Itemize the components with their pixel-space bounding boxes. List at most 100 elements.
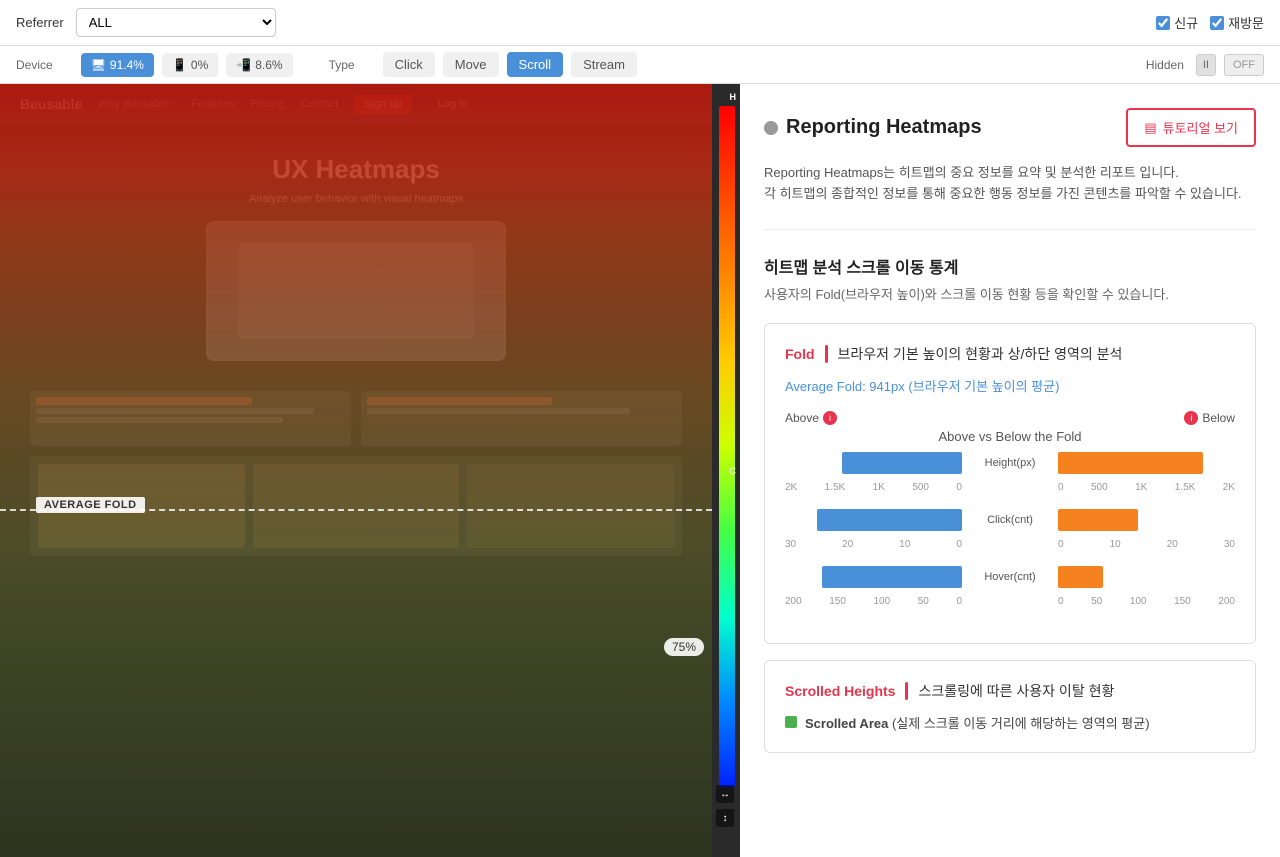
below-info-icon[interactable]: i: [1184, 411, 1198, 425]
click-metric: Click(cnt): [970, 514, 1050, 526]
device-mobile-btn[interactable]: 📲 8.6%: [226, 53, 292, 77]
checkbox-return[interactable]: 재방문: [1210, 13, 1264, 32]
scrolled-card: Scrolled Heights 스크롤링에 따른 사용자 이탈 현황 Scro…: [764, 660, 1256, 753]
panel-title-icon: [764, 121, 778, 135]
axis-spacer-2: [970, 539, 1050, 550]
green-dot-icon: [785, 716, 797, 728]
chart-title: Above vs Below the Fold: [785, 429, 1235, 444]
scale-icons: ↔ ↕: [716, 785, 734, 827]
device-label: Device: [16, 58, 53, 72]
click-bar-right: [1050, 509, 1235, 531]
height-axis-right: 05001K1.5K2K: [1050, 482, 1235, 493]
scale-h-label: H: [730, 92, 737, 102]
toggle-off-btn[interactable]: OFF: [1224, 54, 1264, 76]
device-desktop-btn[interactable]: 🖥 91.4%: [81, 53, 154, 77]
section-subtitle: 사용자의 Fold(브라우저 높이)와 스크롤 이동 현황 등을 확인할 수 있…: [764, 284, 1256, 303]
section-title: 히트맵 분석 스크롤 이동 통계: [764, 254, 1256, 278]
second-bar: Device 🖥 91.4% 📱 0% 📲 8.6% Type Click Mo…: [0, 46, 1280, 84]
height-axis-left: 2K1.5K1K5000: [785, 482, 970, 493]
hover-bar-below: [1058, 566, 1103, 588]
height-bar-row: Height(px): [785, 452, 1235, 474]
fold-tag: Fold: [785, 346, 815, 362]
click-axis-right: 0102030: [1050, 539, 1235, 550]
click-axis-left: 3020100: [785, 539, 970, 550]
tutorial-btn[interactable]: ▤ 튜토리얼 보기: [1126, 108, 1256, 147]
fold-card-title: 브라우저 기본 높이의 현황과 상/하단 영역의 분석: [838, 344, 1123, 364]
device-tablet-btn[interactable]: 📱 0%: [162, 53, 218, 77]
scale-collapse-btn[interactable]: ↕: [716, 809, 734, 827]
hover-bar-row: Hover(cnt): [785, 566, 1235, 588]
heatmap-gradient: [0, 84, 712, 857]
hover-bar-right: [1050, 566, 1235, 588]
tablet-pct: 0%: [191, 58, 208, 72]
checkbox-new-input[interactable]: [1156, 16, 1170, 30]
click-bar-below: [1058, 509, 1138, 531]
main-content: Beusable Why Beusable? Features Pricing …: [0, 84, 1280, 857]
percent-label: 75%: [664, 638, 704, 656]
type-group: Click Move Scroll Stream: [383, 52, 637, 77]
desc-line-1: Reporting Heatmaps는 히트맵의 중요 정보를 요약 및 분석한…: [764, 163, 1256, 184]
tutorial-icon: ▤: [1144, 120, 1156, 136]
height-metric: Height(px): [970, 457, 1050, 469]
scale-c-label: C: [730, 466, 737, 476]
scrolled-area-label: Scrolled Area (실제 스크롤 이동 거리에 해당하는 영역의 평균…: [805, 713, 1150, 732]
mobile-icon: 📲: [236, 58, 251, 72]
heatmap-panel: Beusable Why Beusable? Features Pricing …: [0, 84, 740, 857]
hover-axis-right: 050100150200: [1050, 596, 1235, 607]
axis-spacer-1: [970, 482, 1050, 493]
tablet-icon: 📱: [172, 58, 187, 72]
referrer-select[interactable]: ALL: [76, 8, 276, 37]
right-panel: Reporting Heatmaps ▤ 튜토리얼 보기 Reporting H…: [740, 84, 1280, 857]
type-scroll-btn[interactable]: Scroll: [507, 52, 564, 77]
mobile-pct: 8.6%: [255, 58, 282, 72]
type-move-btn[interactable]: Move: [443, 52, 499, 77]
hidden-group: Hidden II OFF: [1146, 54, 1264, 76]
website-sim: Beusable Why Beusable? Features Pricing …: [0, 84, 712, 857]
checkbox-return-label: 재방문: [1228, 13, 1264, 32]
panel-desc: Reporting Heatmaps는 히트맵의 중요 정보를 요약 및 분석한…: [764, 163, 1256, 230]
type-click-btn[interactable]: Click: [383, 52, 435, 77]
axis-spacer-3: [970, 596, 1050, 607]
above-below-labels: Above i i Below: [785, 411, 1235, 425]
avg-fold-label: AVERAGE FOLD: [36, 497, 145, 513]
scrolled-tag: Scrolled Heights: [785, 683, 895, 699]
desc-line-2: 각 히트맵의 종합적인 정보를 통해 중요한 행동 정보를 가진 콘텐츠를 파악…: [764, 184, 1256, 205]
scrolled-area-row: Scrolled Area (실제 스크롤 이동 거리에 해당하는 영역의 평균…: [785, 713, 1235, 732]
hover-bar-left: [785, 566, 970, 588]
height-bar-left: [785, 452, 970, 474]
above-info-icon[interactable]: i: [823, 411, 837, 425]
checkbox-new-label: 신규: [1174, 13, 1198, 32]
referrer-label: Referrer: [16, 15, 64, 30]
avg-fold-info: Average Fold: 941px (브라우저 기본 높이의 평균): [785, 376, 1235, 395]
desktop-pct: 91.4%: [110, 58, 144, 72]
checkbox-new[interactable]: 신규: [1156, 13, 1198, 32]
panel-header: Reporting Heatmaps ▤ 튜토리얼 보기: [764, 108, 1256, 147]
device-group: 🖥 91.4% 📱 0% 📲 8.6%: [81, 53, 293, 77]
height-axis-row: 2K1.5K1K5000 05001K1.5K2K: [785, 482, 1235, 493]
height-bar-above: [842, 452, 962, 474]
hover-bar-above: [822, 566, 962, 588]
desktop-icon: 🖥: [91, 58, 106, 72]
scale-expand-btn[interactable]: ↔: [716, 785, 734, 803]
type-stream-btn[interactable]: Stream: [571, 52, 637, 77]
height-bar-below: [1058, 452, 1203, 474]
fold-card-header: Fold 브라우저 기본 높이의 현황과 상/하단 영역의 분석: [785, 344, 1235, 364]
hover-axis-row: 200150100500 050100150200: [785, 596, 1235, 607]
below-label: i Below: [1184, 411, 1235, 425]
toggle-pause-btn[interactable]: II: [1196, 54, 1216, 76]
hidden-label: Hidden: [1146, 58, 1184, 72]
above-label: Above i: [785, 411, 837, 425]
top-bar: Referrer ALL 신규 재방문: [0, 0, 1280, 46]
color-scale: H C ↔ ↕: [712, 84, 740, 857]
height-bar-right: [1050, 452, 1235, 474]
click-bar-left: [785, 509, 970, 531]
checkbox-group: 신규 재방문: [1156, 13, 1264, 32]
scrolled-card-title: 스크롤링에 따른 사용자 이탈 현황: [918, 681, 1114, 701]
scrolled-divider: [905, 682, 908, 700]
panel-title: Reporting Heatmaps: [764, 116, 982, 139]
scrolled-card-header: Scrolled Heights 스크롤링에 따른 사용자 이탈 현황: [785, 681, 1235, 701]
fold-divider: [825, 345, 828, 363]
click-axis-row: 3020100 0102030: [785, 539, 1235, 550]
hover-metric: Hover(cnt): [970, 571, 1050, 583]
checkbox-return-input[interactable]: [1210, 16, 1224, 30]
